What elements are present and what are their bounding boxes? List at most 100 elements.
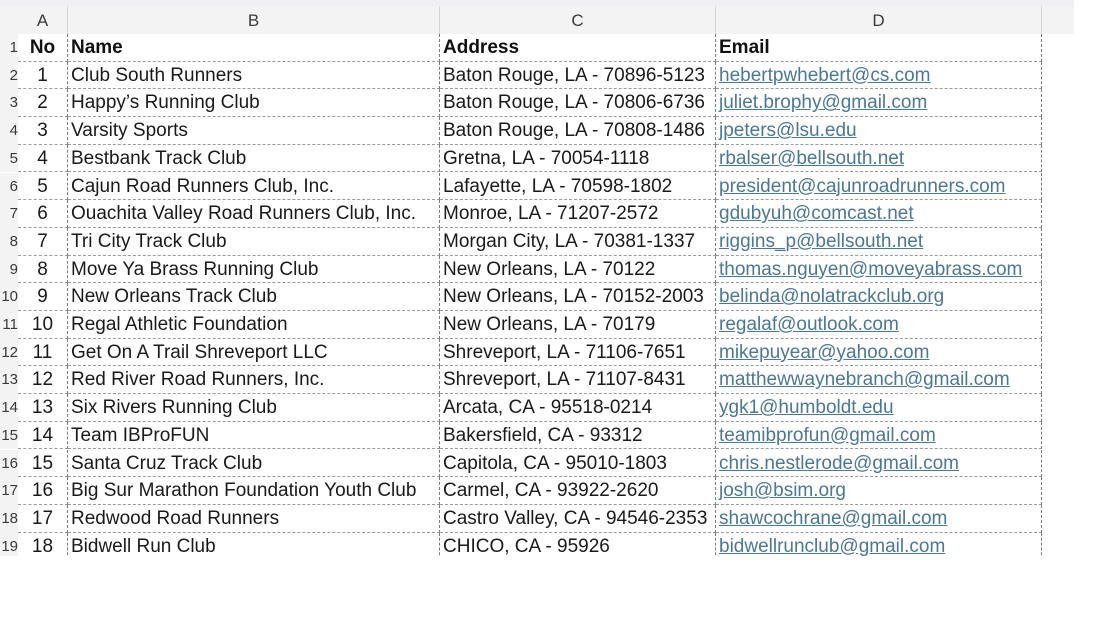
cell-email[interactable]: president@cajunroadrunners.com (716, 172, 1042, 201)
cell-no[interactable]: 8 (18, 255, 68, 284)
cell-address[interactable]: New Orleans, LA - 70122 (440, 255, 716, 284)
cell-email[interactable]: chris.nestlerode@gmail.com (716, 449, 1042, 478)
cell-name[interactable]: Tri City Track Club (68, 227, 440, 256)
cell-name[interactable]: Redwood Road Runners (68, 504, 440, 533)
column-header-a[interactable]: A (18, 6, 68, 34)
cell-name[interactable]: Move Ya Brass Running Club (68, 255, 440, 284)
cell-no[interactable]: 16 (18, 477, 68, 505)
cell-name[interactable]: Big Sur Marathon Foundation Youth Club (68, 477, 440, 505)
cell-no[interactable]: 12 (18, 366, 68, 395)
cell-no[interactable]: 2 (18, 89, 68, 118)
cell-no[interactable]: 10 (18, 311, 68, 339)
cell-name[interactable]: Bestbank Track Club (68, 144, 440, 173)
cell-name[interactable]: Cajun Road Runners Club, Inc. (68, 172, 440, 201)
cell-address[interactable]: Arcata, CA - 95518-0214 (440, 394, 716, 422)
cell-address[interactable]: Baton Rouge, LA - 70808-1486 (440, 117, 716, 145)
cell-no[interactable]: 1 (18, 61, 68, 90)
cell-no[interactable]: 3 (18, 117, 68, 145)
cell-address[interactable]: Gretna, LA - 70054-1118 (440, 144, 716, 173)
row-number: 4 (9, 122, 18, 140)
cell-email[interactable]: riggins_p@bellsouth.net (716, 227, 1042, 256)
cell-name[interactable]: Santa Cruz Track Club (68, 449, 440, 478)
cell-address[interactable]: Carmel, CA - 93922-2620 (440, 477, 716, 505)
cell-address[interactable]: Baton Rouge, LA - 70896-5123 (440, 61, 716, 90)
cell-email[interactable]: thomas.nguyen@moveyabrass.com (716, 255, 1042, 284)
cell-email[interactable]: juliet.brophy@gmail.com (716, 89, 1042, 118)
cell-name[interactable]: Red River Road Runners, Inc. (68, 366, 440, 395)
cell-address[interactable]: Morgan City, LA - 70381-1337 (440, 227, 716, 256)
cell-no[interactable]: 4 (18, 144, 68, 173)
cell-email[interactable]: teamibprofun@gmail.com (716, 421, 1042, 450)
row-number: 11 (2, 316, 18, 333)
cell-address[interactable]: Lafayette, LA - 70598-1802 (440, 172, 716, 201)
cell-no[interactable]: 17 (18, 504, 68, 533)
cell-address[interactable]: New Orleans, LA - 70152-2003 (440, 283, 716, 311)
row-header-1[interactable]: 1 (0, 34, 18, 62)
row-number: 14 (1, 399, 18, 417)
row-header-5[interactable]: 5 (0, 144, 18, 173)
row-header-15[interactable]: 15 (0, 421, 18, 450)
cell-email[interactable]: josh@bsim.org (716, 477, 1042, 505)
cell-address[interactable]: Monroe, LA - 71207-2572 (440, 200, 716, 228)
cell-address[interactable]: Shreveport, LA - 71106-7651 (440, 338, 716, 367)
cell-email[interactable]: ygk1@humboldt.edu (716, 394, 1042, 422)
row-header-14[interactable]: 14 (0, 394, 18, 422)
cell-address[interactable]: Capitola, CA - 95010-1803 (440, 449, 716, 478)
row-header-2[interactable]: 2 (0, 61, 18, 90)
column-header-c[interactable]: C (440, 6, 716, 34)
cell-name[interactable]: Regal Athletic Foundation (68, 311, 440, 339)
row-number: 15 (1, 426, 18, 444)
cell-no[interactable]: 14 (18, 421, 68, 450)
row-number: 19 (1, 537, 18, 555)
cell-email[interactable]: belinda@nolatrackclub.org (716, 283, 1042, 311)
cell-no[interactable]: 11 (18, 338, 68, 367)
row-header-11[interactable]: 11 (0, 311, 18, 339)
cell-email[interactable]: rbalser@bellsouth.net (716, 144, 1042, 173)
cell-email[interactable]: matthewwaynebranch@gmail.com (716, 366, 1042, 395)
header-cell-name[interactable]: Name (68, 34, 440, 62)
cell-email[interactable]: regalaf@outlook.com (716, 311, 1042, 339)
header-cell-no[interactable]: No (18, 34, 68, 62)
cell-name[interactable]: New Orleans Track Club (68, 283, 440, 311)
cell-address[interactable]: Bakersfield, CA - 93312 (440, 421, 716, 450)
cell-name[interactable]: Six Rivers Running Club (68, 394, 440, 422)
cell-email[interactable]: hebertpwhebert@cs.com (716, 61, 1042, 90)
cell-no[interactable]: 13 (18, 394, 68, 422)
cell-no[interactable]: 15 (18, 449, 68, 478)
cell-name[interactable]: Ouachita Valley Road Runners Club, Inc. (68, 200, 440, 228)
cell-email[interactable]: gdubyuh@comcast.net (716, 200, 1042, 228)
header-cell-address[interactable]: Address (440, 34, 716, 62)
row-header-16[interactable]: 16 (0, 449, 18, 478)
header-cell-email[interactable]: Email (716, 34, 1042, 62)
cell-email[interactable]: jpeters@lsu.edu (716, 117, 1042, 145)
row-header-10[interactable]: 10 (0, 283, 18, 311)
cell-no[interactable]: 6 (18, 200, 68, 228)
cell-name[interactable]: Get On A Trail Shreveport LLC (68, 338, 440, 367)
cell-name[interactable]: Varsity Sports (68, 117, 440, 145)
column-header-d[interactable]: D (716, 6, 1042, 34)
row-header-12[interactable]: 12 (0, 338, 18, 367)
blank-area (0, 556, 1100, 619)
cell-address[interactable]: Shreveport, LA - 71107-8431 (440, 366, 716, 395)
cell-name[interactable]: Team IBProFUN (68, 421, 440, 450)
row-header-8[interactable]: 8 (0, 227, 18, 256)
cell-no[interactable]: 5 (18, 172, 68, 201)
cell-no[interactable]: 7 (18, 227, 68, 256)
row-header-18[interactable]: 18 (0, 504, 18, 533)
cell-email[interactable]: shawcochrane@gmail.com (716, 504, 1042, 533)
row-header-6[interactable]: 6 (0, 172, 18, 201)
cell-address[interactable]: Baton Rouge, LA - 70806-6736 (440, 89, 716, 118)
cell-name[interactable]: Happy’s Running Club (68, 89, 440, 118)
cell-email[interactable]: mikepuyear@yahoo.com (716, 338, 1042, 367)
row-header-17[interactable]: 17 (0, 477, 18, 505)
row-header-13[interactable]: 13 (0, 366, 18, 395)
column-header-b[interactable]: B (68, 6, 440, 34)
cell-address[interactable]: Castro Valley, CA - 94546-2353 (440, 504, 716, 533)
row-header-9[interactable]: 9 (0, 255, 18, 284)
cell-name[interactable]: Club South Runners (68, 61, 440, 90)
cell-no[interactable]: 9 (18, 283, 68, 311)
row-header-7[interactable]: 7 (0, 200, 18, 228)
row-header-4[interactable]: 4 (0, 117, 18, 145)
cell-address[interactable]: New Orleans, LA - 70179 (440, 311, 716, 339)
row-header-3[interactable]: 3 (0, 89, 18, 118)
